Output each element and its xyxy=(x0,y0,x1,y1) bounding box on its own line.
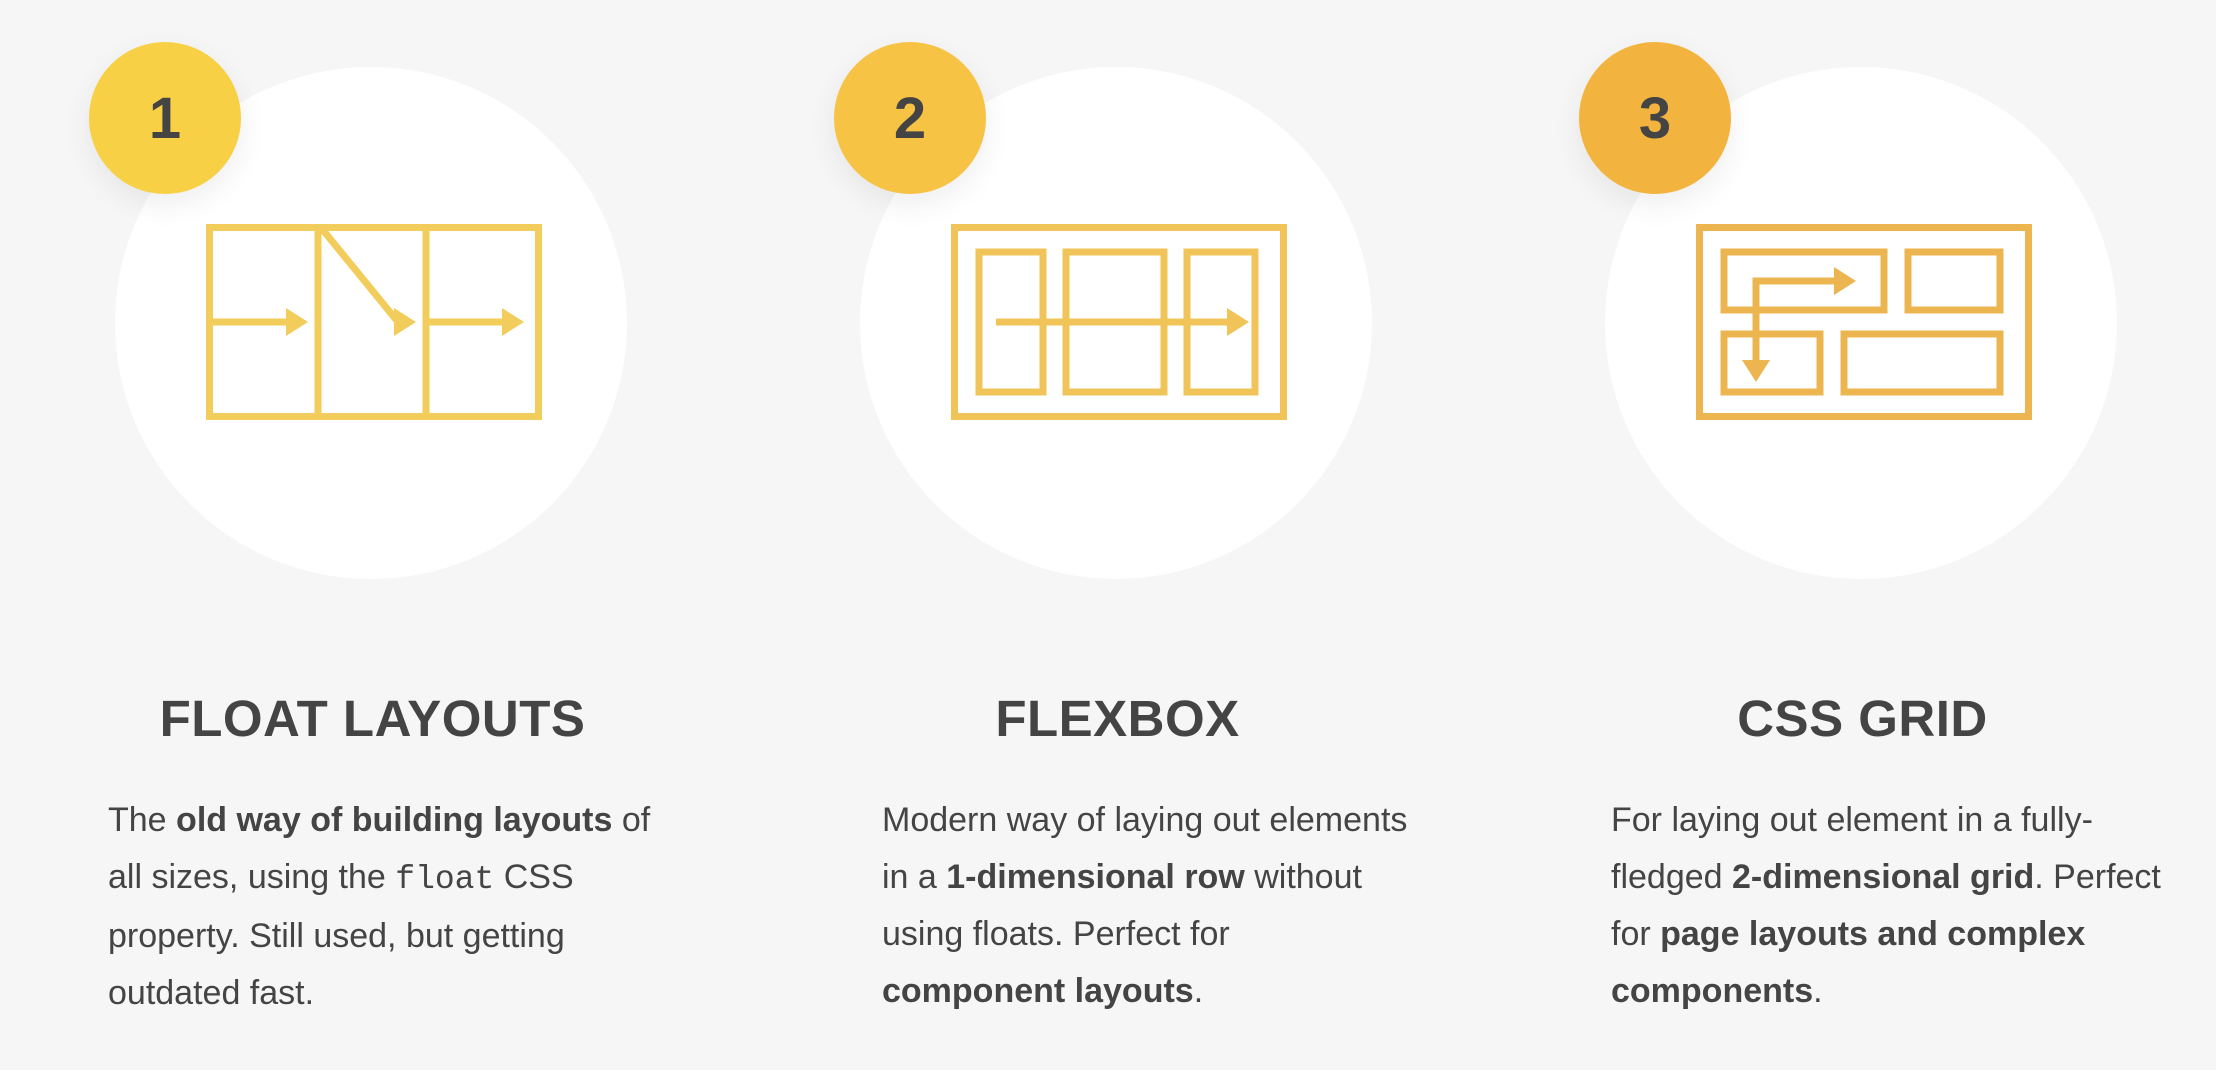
card-title: CSS GRID xyxy=(1737,690,1988,747)
card-title: FLOAT LAYOUTS xyxy=(159,690,586,747)
card-title: FLEXBOX xyxy=(995,690,1240,747)
card-flexbox: 2 FLEXBOX Modern way of laying out eleme… xyxy=(745,0,1490,1070)
grid-layout-icon xyxy=(1696,224,2032,420)
number-badge: 2 xyxy=(834,42,986,194)
card-css-grid: 3 CSS GRID For laying out element in a f… xyxy=(1490,0,2216,1070)
card-description: Modern way of laying out elements in a 1… xyxy=(882,801,1408,1010)
inline-code: float xyxy=(395,861,495,898)
number-badge: 3 xyxy=(1579,42,1731,194)
float-layout-icon xyxy=(206,224,542,420)
card-description: The old way of building layouts of all s… xyxy=(108,801,651,1012)
flexbox-layout-icon xyxy=(951,224,1287,420)
card-float-layouts: 1 FLOAT LAYOUTS The old way of building … xyxy=(0,0,745,1070)
card-description: For laying out element in a fully-fledge… xyxy=(1611,801,2161,1010)
number-badge: 1 xyxy=(89,42,241,194)
